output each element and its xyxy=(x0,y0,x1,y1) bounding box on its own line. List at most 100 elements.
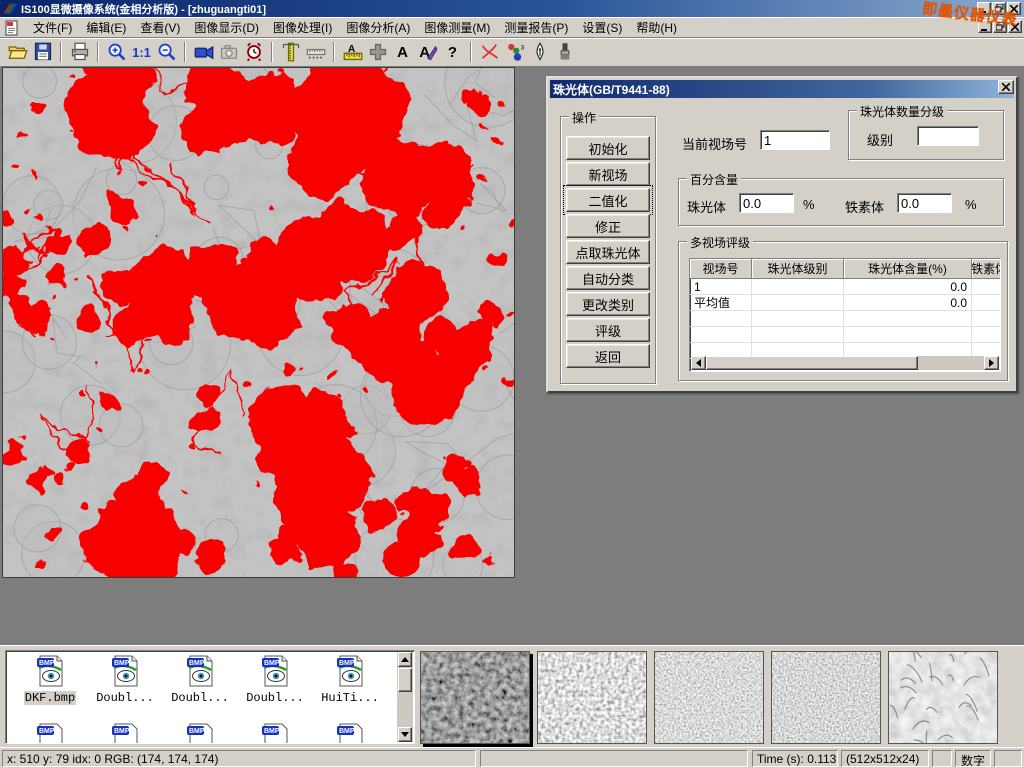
help-button[interactable]: ? xyxy=(440,40,465,64)
menu-report[interactable]: 测量报告(P) xyxy=(497,17,575,38)
curve-tool-button[interactable] xyxy=(477,40,502,64)
table-row[interactable]: 平均值 0.0 xyxy=(690,295,1001,311)
grading-group: 珠光体数量分级 级别 xyxy=(848,110,1004,160)
file-item[interactable]: BMP xyxy=(89,723,161,744)
percent-group: 百分含量 珠光体 % 铁素体 % xyxy=(678,178,1004,226)
table-horizontal-scrollbar[interactable] xyxy=(691,356,999,370)
pearlite-percent-sign: % xyxy=(803,197,815,212)
file-item[interactable]: BMP Doubl... xyxy=(239,655,311,705)
cell xyxy=(972,295,1001,311)
multi-field-group: 多视场评级 视场号 珠光体级别 珠光体含量(%) 铁素体含量(%) 1 0.0 … xyxy=(678,241,1008,381)
scroll-thumb[interactable] xyxy=(398,668,412,692)
file-item[interactable]: BMP HuiTi... xyxy=(314,655,386,705)
zoom-out-button[interactable] xyxy=(154,40,179,64)
thumbnail-4[interactable] xyxy=(771,651,881,744)
menu-file[interactable]: 文件(F) xyxy=(26,17,79,38)
file-list-scrollbar[interactable] xyxy=(397,652,413,742)
menu-image-display[interactable]: 图像显示(D) xyxy=(187,17,266,38)
brush-tool-button[interactable] xyxy=(552,40,577,64)
change-class-button[interactable]: 更改类别 xyxy=(566,292,650,316)
app-icon xyxy=(3,2,17,16)
annotate-tool-button[interactable]: A xyxy=(415,40,440,64)
video-capture-button[interactable] xyxy=(191,40,216,64)
menu-image-measure[interactable]: 图像测量(M) xyxy=(417,17,497,38)
table-row[interactable]: 1 0.0 xyxy=(690,279,1001,295)
file-name[interactable]: Doubl... xyxy=(245,691,305,705)
current-field-input[interactable] xyxy=(760,130,830,150)
percent-group-label: 百分含量 xyxy=(687,171,741,188)
text-tool-button[interactable]: A xyxy=(390,40,415,64)
file-name[interactable]: HuiTi... xyxy=(320,691,380,705)
file-item[interactable]: BMP DKF.bmp xyxy=(14,655,86,705)
pick-pearlite-button[interactable]: 点取珠光体 xyxy=(566,240,650,264)
file-name[interactable]: DKF.bmp xyxy=(24,691,76,705)
svg-text:BMP: BMP xyxy=(339,728,355,735)
ruler-tool-button[interactable] xyxy=(303,40,328,64)
pointer-tool-button[interactable] xyxy=(527,40,552,64)
count-tool-button[interactable]: 3 xyxy=(502,40,527,64)
scroll-up-button[interactable] xyxy=(398,652,412,667)
dialog-close-button[interactable] xyxy=(998,80,1014,94)
file-item[interactable]: BMP Doubl... xyxy=(164,655,236,705)
menu-settings[interactable]: 设置(S) xyxy=(575,17,629,38)
child-close-button[interactable] xyxy=(1008,20,1022,33)
file-item[interactable]: BMP xyxy=(239,723,311,744)
status-empty-panel xyxy=(994,750,1022,767)
scroll-down-button[interactable] xyxy=(398,727,412,742)
pearlite-percent-input[interactable] xyxy=(739,193,794,213)
menu-image-analysis[interactable]: 图像分析(A) xyxy=(339,17,417,38)
table-row[interactable] xyxy=(690,311,1001,327)
scroll-track[interactable] xyxy=(706,356,984,370)
child-restore-button[interactable] xyxy=(993,20,1007,33)
grid-tool-button[interactable] xyxy=(365,40,390,64)
timer-button[interactable] xyxy=(241,40,266,64)
init-button[interactable]: 初始化 xyxy=(566,136,650,160)
camera-button[interactable] xyxy=(216,40,241,64)
file-item[interactable]: BMP Doubl... xyxy=(89,655,161,705)
dialog-title-bar[interactable]: 珠光体(GB/T9441-88) xyxy=(550,80,1014,98)
file-list[interactable]: BMP DKF.bmp BMP Doubl... BMP xyxy=(5,650,415,744)
table-row[interactable] xyxy=(690,327,1001,343)
thumbnail-3[interactable] xyxy=(654,651,764,744)
metallographic-image-canvas[interactable] xyxy=(2,67,515,578)
menu-view[interactable]: 查看(V) xyxy=(133,17,187,38)
brush-icon xyxy=(555,42,575,62)
caliper-tool-button[interactable] xyxy=(278,40,303,64)
child-minimize-button[interactable] xyxy=(978,20,992,33)
window-restore-button[interactable] xyxy=(992,2,1006,15)
ferrite-percent-input[interactable] xyxy=(897,193,952,213)
open-folder-icon xyxy=(8,42,28,62)
thumbnail-5[interactable] xyxy=(888,651,998,744)
status-empty-panel xyxy=(480,750,748,767)
save-button[interactable] xyxy=(30,40,55,64)
scroll-right-button[interactable] xyxy=(984,356,999,370)
level-input[interactable] xyxy=(917,126,979,146)
binarize-button[interactable]: 二值化 xyxy=(566,188,650,212)
measure-scale-button[interactable]: A xyxy=(340,40,365,64)
thumbnail-1[interactable] xyxy=(420,651,530,744)
zoom-in-button[interactable] xyxy=(104,40,129,64)
file-item[interactable]: BMP xyxy=(14,723,86,744)
scroll-left-button[interactable] xyxy=(691,356,706,370)
scroll-thumb[interactable] xyxy=(706,356,918,370)
open-file-button[interactable] xyxy=(5,40,30,64)
window-close-button[interactable] xyxy=(1007,2,1021,15)
actual-size-button[interactable]: 1:1 xyxy=(129,40,154,64)
file-name[interactable]: Doubl... xyxy=(95,691,155,705)
file-name[interactable]: Doubl... xyxy=(170,691,230,705)
return-button[interactable]: 返回 xyxy=(566,344,650,368)
auto-classify-button[interactable]: 自动分类 xyxy=(566,266,650,290)
rating-table[interactable]: 视场号 珠光体级别 珠光体含量(%) 铁素体含量(%) 1 0.0 平均值 0.… xyxy=(689,258,1001,372)
new-field-button[interactable]: 新视场 xyxy=(566,162,650,186)
window-minimize-button[interactable] xyxy=(977,2,991,15)
menu-edit[interactable]: 编辑(E) xyxy=(79,17,133,38)
pearlite-label: 珠光体 xyxy=(687,197,726,216)
print-button[interactable] xyxy=(67,40,92,64)
menu-image-process[interactable]: 图像处理(I) xyxy=(266,17,339,38)
thumbnail-2[interactable] xyxy=(537,651,647,744)
correct-button[interactable]: 修正 xyxy=(566,214,650,238)
grade-button[interactable]: 评级 xyxy=(566,318,650,342)
file-item[interactable]: BMP xyxy=(314,723,386,744)
file-item[interactable]: BMP xyxy=(164,723,236,744)
menu-help[interactable]: 帮助(H) xyxy=(629,17,684,38)
